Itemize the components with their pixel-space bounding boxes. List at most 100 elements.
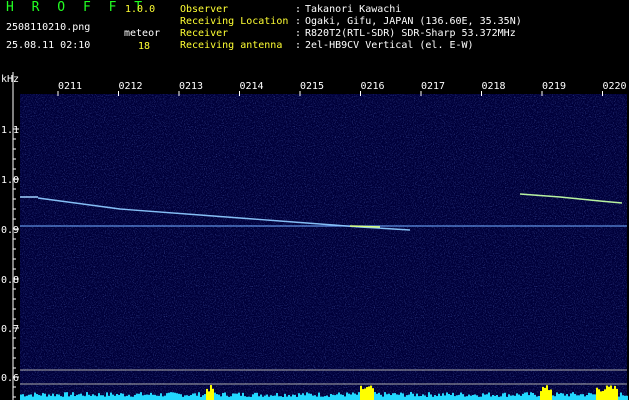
meteor-echo	[349, 225, 381, 228]
level-bar	[450, 395, 452, 400]
level-bar	[430, 394, 432, 400]
burst-bar	[614, 385, 616, 400]
observer-value: Takanori Kawachi	[305, 4, 402, 15]
level-bar	[174, 392, 176, 400]
level-bar	[178, 393, 180, 400]
level-bar	[354, 393, 356, 400]
level-bar	[532, 392, 534, 400]
level-bar	[272, 395, 274, 400]
time-tick-label: 0216	[361, 81, 385, 92]
level-bar	[568, 396, 570, 400]
level-bar	[24, 396, 26, 400]
level-bar	[192, 393, 194, 400]
level-bar	[176, 393, 178, 400]
burst-bar	[208, 391, 210, 400]
level-bar	[320, 396, 322, 400]
level-bar	[58, 394, 60, 400]
level-bar	[256, 392, 258, 400]
y-tick-label: 1.0	[1, 175, 19, 186]
level-bar	[110, 392, 112, 400]
level-bar	[434, 395, 436, 400]
level-bar	[336, 394, 338, 400]
level-bar	[134, 394, 136, 400]
level-bar	[184, 395, 186, 400]
level-bar	[356, 394, 358, 400]
level-bar	[142, 395, 144, 400]
level-bar	[504, 392, 506, 400]
level-bar	[588, 392, 590, 400]
level-bar	[226, 395, 228, 400]
level-bar	[622, 395, 624, 400]
burst-bar	[362, 389, 364, 400]
level-bar	[530, 392, 532, 400]
level-bar	[286, 396, 288, 400]
level-bar	[314, 395, 316, 400]
burst-bar	[360, 385, 362, 400]
level-bar	[398, 394, 400, 400]
level-bar	[76, 394, 78, 400]
level-bar	[408, 394, 410, 400]
burst-bar	[372, 388, 374, 400]
level-bar	[468, 394, 470, 400]
observer-label: Observer	[180, 4, 229, 15]
level-bar	[560, 393, 562, 400]
level-bar	[38, 394, 40, 400]
meteor-count: 18	[138, 41, 151, 52]
level-bar	[266, 394, 268, 400]
burst-bar	[604, 389, 606, 400]
level-bar	[98, 393, 100, 400]
level-bar	[290, 396, 292, 400]
level-bar	[292, 394, 294, 400]
level-bar	[280, 396, 282, 400]
level-bar	[202, 395, 204, 400]
level-bar	[424, 395, 426, 400]
level-bar	[556, 392, 558, 400]
level-bar	[288, 394, 290, 400]
level-bar	[522, 393, 524, 400]
time-tick-label: 0215	[300, 81, 324, 92]
level-bar	[512, 395, 514, 400]
level-bar	[64, 392, 66, 400]
level-bar	[96, 396, 98, 400]
level-bar	[470, 395, 472, 400]
burst-bar	[608, 386, 610, 400]
level-bar	[82, 395, 84, 400]
level-bar	[274, 395, 276, 400]
image-filename: 2508110210.png	[6, 22, 91, 33]
level-bar	[416, 393, 418, 400]
antenna-value: 2el-HB9CV Vertical (el. E-W)	[305, 40, 474, 51]
level-bar	[308, 393, 310, 400]
level-bar	[538, 395, 540, 400]
level-bar	[216, 394, 218, 400]
level-bar	[306, 392, 308, 400]
level-bar	[460, 392, 462, 400]
level-bar	[100, 395, 102, 400]
level-bar	[572, 392, 574, 400]
level-bar	[30, 394, 32, 400]
level-bar	[464, 396, 466, 400]
level-bar	[420, 395, 422, 400]
level-bar	[482, 393, 484, 400]
level-bar	[254, 392, 256, 400]
level-bar	[186, 395, 188, 400]
level-bar	[566, 394, 568, 400]
level-bar	[188, 395, 190, 400]
level-bar	[330, 393, 332, 400]
level-bar	[88, 394, 90, 400]
level-bar	[590, 393, 592, 400]
level-bar	[116, 393, 118, 400]
level-bar	[224, 392, 226, 400]
level-bar	[140, 392, 142, 400]
level-bar	[130, 396, 132, 400]
level-bar	[394, 393, 396, 400]
level-bar	[106, 392, 108, 400]
level-bar	[28, 394, 30, 400]
level-bar	[332, 394, 334, 400]
level-bar	[502, 393, 504, 400]
spectrogram[interactable]: kHz 1.1 1.0 0.9 0.8 0.7 0.6 0211 0212 0213 0214 0…	[0, 72, 629, 400]
level-bar	[552, 395, 554, 400]
level-bar	[350, 394, 352, 400]
level-bar	[78, 394, 80, 400]
level-bar	[520, 395, 522, 400]
level-bar	[284, 393, 286, 400]
